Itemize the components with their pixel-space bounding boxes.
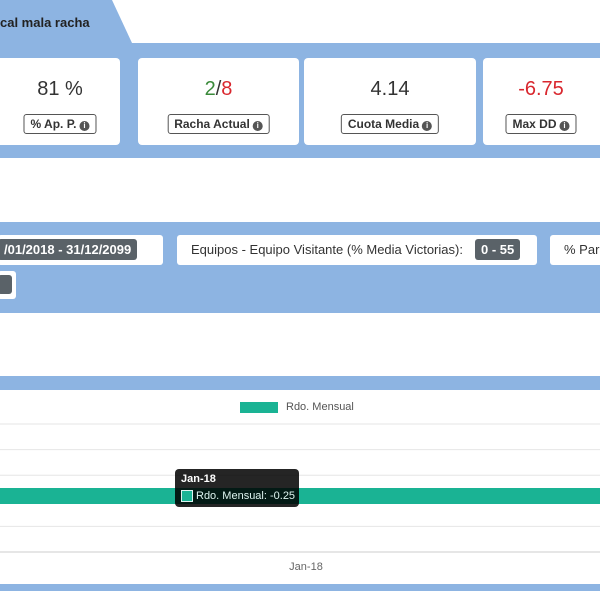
- partial-filter-label: % Par: [564, 242, 600, 257]
- x-tick-label: Jan-18: [289, 561, 323, 573]
- stat-value-hit-rate: 81 %: [37, 78, 83, 100]
- stat-label-current-streak[interactable]: Racha Actual i: [167, 114, 270, 134]
- stat-label-text: Max DD: [512, 117, 557, 131]
- chart-tooltip: Jan-18 Rdo. Mensual: -0.25: [175, 469, 299, 507]
- tooltip-row: Rdo. Mensual: -0.25: [181, 490, 295, 502]
- stat-value-max-dd: -6.75: [518, 78, 564, 100]
- away-team-range: 0 - 55: [475, 239, 521, 260]
- streak-good: 2: [204, 78, 216, 100]
- chart-header-bar: [0, 376, 600, 390]
- stat-label-text: Racha Actual: [174, 117, 250, 131]
- stat-label-hit-rate[interactable]: % Ap. P. i: [23, 114, 97, 134]
- info-icon[interactable]: i: [252, 121, 263, 131]
- stat-card-current-streak: 2/8 Racha Actual i: [138, 58, 299, 145]
- info-icon[interactable]: i: [79, 121, 90, 131]
- stat-card-hit-rate: 81 % % Ap. P. i: [0, 58, 120, 145]
- date-range-value: /01/2018 - 31/12/2099: [0, 239, 138, 260]
- tooltip-label: Rdo. Mensual: -0.25: [196, 490, 296, 502]
- away-team-label: Equipos - Equipo Visitante (% Media Vict…: [191, 242, 463, 257]
- info-icon[interactable]: i: [559, 121, 570, 131]
- stat-label-text: % Ap. P.: [30, 117, 77, 131]
- stat-card-avg-odds: 4.14 Cuota Media i: [304, 58, 476, 145]
- date-range-filter[interactable]: /01/2018 - 31/12/2099: [0, 235, 163, 265]
- bar-Jan-18: [0, 488, 600, 504]
- stat-label-avg-odds[interactable]: Cuota Media i: [340, 114, 440, 134]
- section-title: cal mala racha: [0, 15, 90, 30]
- away-team-filter[interactable]: Equipos - Equipo Visitante (% Media Vict…: [177, 235, 537, 265]
- stat-value-current-streak: 2/8: [138, 78, 299, 101]
- stat-value-avg-odds: 4.14: [370, 78, 410, 100]
- monthly-result-chart: Jan-18: [0, 423, 600, 573]
- stat-label-max-dd[interactable]: Max DD i: [505, 114, 577, 134]
- info-icon[interactable]: i: [422, 121, 433, 131]
- streak-bad: 8: [221, 78, 233, 100]
- stat-label-text: Cuota Media: [347, 117, 420, 131]
- extra-filter[interactable]: [0, 271, 16, 299]
- stat-card-max-dd: -6.75 Max DD i: [483, 58, 600, 145]
- stats-panel: 81 % % Ap. P. i 2/8 Racha Actual i 4.14 Cu…: [0, 43, 600, 158]
- chart-footer-bar: [0, 584, 600, 591]
- tooltip-swatch: [181, 490, 193, 502]
- section-tab[interactable]: cal mala racha: [0, 0, 132, 43]
- partial-filter[interactable]: % Par: [550, 235, 600, 265]
- filters-panel: /01/2018 - 31/12/2099 Equipos - Equipo V…: [0, 222, 600, 313]
- extra-filter-value: [0, 275, 12, 294]
- tooltip-title: Jan-18: [181, 473, 216, 485]
